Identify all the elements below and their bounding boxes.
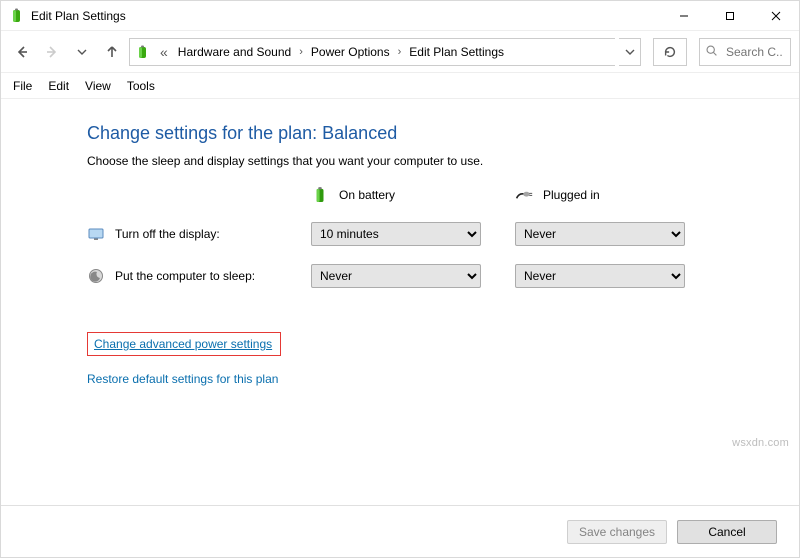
row-sleep-label: Put the computer to sleep: [87, 267, 287, 285]
links: Change advanced power settings Restore d… [87, 332, 799, 386]
breadcrumb-item[interactable]: Edit Plan Settings [407, 45, 506, 59]
search-input[interactable] [724, 44, 785, 60]
change-advanced-link[interactable]: Change advanced power settings [94, 337, 272, 351]
content: Change settings for the plan: Balanced C… [1, 99, 799, 505]
menu-edit[interactable]: Edit [48, 79, 69, 93]
chevron-right-icon[interactable]: › [297, 46, 305, 58]
menu-tools[interactable]: Tools [127, 79, 155, 93]
window: Edit Plan Settings [0, 0, 800, 558]
search-icon [705, 44, 718, 60]
plug-icon [515, 186, 533, 204]
app-icon [9, 8, 25, 24]
forward-button[interactable] [39, 39, 65, 65]
up-button[interactable] [99, 39, 125, 65]
titlebar: Edit Plan Settings [1, 1, 799, 31]
back-button[interactable] [9, 39, 35, 65]
chevron-left-double-icon[interactable]: « [156, 44, 172, 60]
window-title: Edit Plan Settings [31, 9, 126, 23]
page-subtitle: Choose the sleep and display settings th… [87, 154, 799, 168]
sleep-plugged-select[interactable]: Never [515, 264, 685, 288]
display-plugged-select[interactable]: Never [515, 222, 685, 246]
column-header-plugged: Plugged in [515, 186, 695, 204]
sleep-battery-select[interactable]: Never [311, 264, 481, 288]
column-header-plugged-label: Plugged in [543, 188, 600, 202]
display-icon [87, 225, 105, 243]
row-display-label: Turn off the display: [87, 225, 287, 243]
recent-locations-button[interactable] [69, 39, 95, 65]
menubar: File Edit View Tools [1, 73, 799, 99]
close-button[interactable] [753, 1, 799, 31]
advanced-link-highlight: Change advanced power settings [87, 332, 281, 356]
page-title: Change settings for the plan: Balanced [87, 123, 799, 144]
settings-grid: On battery Plugged in [87, 186, 799, 288]
window-controls [661, 1, 799, 31]
breadcrumb[interactable]: « Hardware and Sound › Power Options › E… [129, 38, 615, 66]
breadcrumb-icon [134, 43, 152, 61]
row-sleep-text: Put the computer to sleep: [115, 269, 255, 283]
footer: Save changes Cancel [1, 505, 799, 557]
row-display-text: Turn off the display: [115, 227, 220, 241]
sleep-icon [87, 267, 105, 285]
column-header-battery: On battery [311, 186, 491, 204]
refresh-button[interactable] [653, 38, 687, 66]
menu-file[interactable]: File [13, 79, 32, 93]
menu-view[interactable]: View [85, 79, 111, 93]
chevron-right-icon[interactable]: › [396, 46, 404, 58]
breadcrumb-item[interactable]: Power Options [309, 45, 392, 59]
save-button[interactable]: Save changes [567, 520, 667, 544]
breadcrumb-dropdown[interactable] [619, 38, 641, 66]
maximize-button[interactable] [707, 1, 753, 31]
display-battery-select[interactable]: 10 minutes [311, 222, 481, 246]
column-header-battery-label: On battery [339, 188, 395, 202]
cancel-button[interactable]: Cancel [677, 520, 777, 544]
battery-icon [311, 186, 329, 204]
breadcrumb-item[interactable]: Hardware and Sound [176, 45, 293, 59]
watermark: wsxdn.com [732, 437, 789, 449]
minimize-button[interactable] [661, 1, 707, 31]
search-box[interactable] [699, 38, 791, 66]
nav-row: « Hardware and Sound › Power Options › E… [1, 31, 799, 73]
restore-defaults-link[interactable]: Restore default settings for this plan [87, 372, 278, 386]
